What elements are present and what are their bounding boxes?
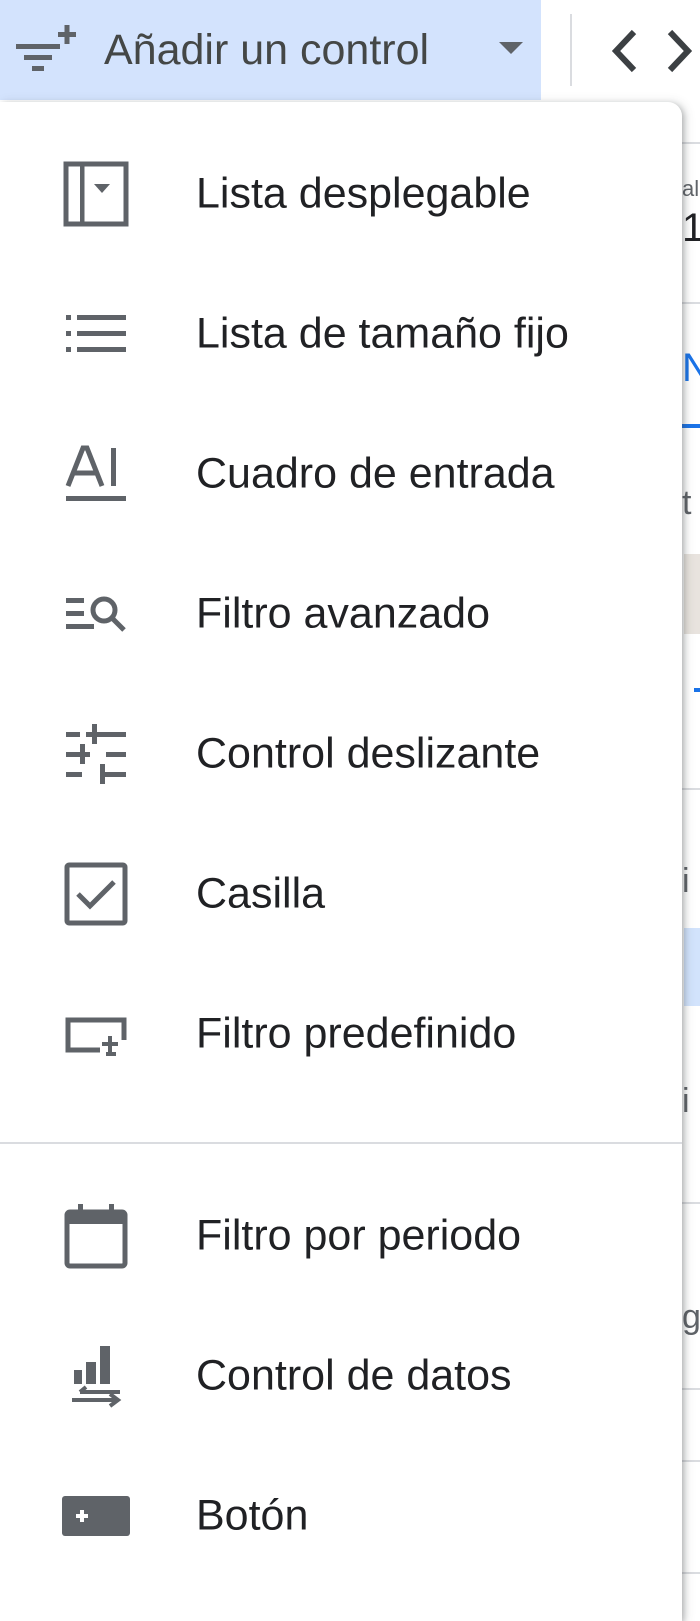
bg-fragment: g [682, 1298, 700, 1336]
menu-item-label: Filtro avanzado [196, 589, 490, 638]
menu-item-label: Control de datos [196, 1351, 512, 1400]
code-icon[interactable] [612, 26, 692, 76]
menu-item-slider[interactable]: Control deslizante [0, 684, 682, 824]
calendar-icon [64, 1204, 128, 1269]
bg-fragment: 1 [682, 206, 700, 250]
menu-item-checkbox[interactable]: Casilla [0, 824, 682, 964]
menu-item-label: Lista de tamaño fijo [196, 309, 569, 358]
menu-item-label: Botón [196, 1491, 309, 1540]
bg-fragment: i [682, 1082, 690, 1120]
fixed-list-icon [66, 315, 126, 352]
bg-fragment: i [682, 862, 690, 900]
dropdown-list-icon [63, 161, 129, 227]
menu-divider [0, 1142, 682, 1144]
toolbar-divider [570, 14, 572, 86]
toolbar: Añadir un control [0, 0, 700, 102]
checkbox-icon [64, 862, 128, 926]
data-control-icon [72, 1346, 122, 1408]
bg-fragment: t [682, 484, 692, 522]
menu-item-label: Filtro predefinido [196, 1009, 517, 1058]
bg-fragment: al [682, 176, 700, 201]
advanced-filter-icon [66, 596, 126, 632]
add-control-label: Añadir un control [104, 26, 430, 74]
menu-item-label: Casilla [196, 869, 326, 918]
menu-item-dropdown-list[interactable]: Lista desplegable [0, 124, 682, 264]
input-box-icon [65, 445, 126, 501]
menu-item-label: Control deslizante [196, 729, 541, 778]
menu-item-data-control[interactable]: Control de datos [0, 1306, 682, 1446]
chevron-down-icon [499, 42, 523, 54]
menu-item-fixed-size-list[interactable]: Lista de tamaño fijo [0, 264, 682, 404]
button-icon [62, 1496, 130, 1536]
menu-item-preset-filter[interactable]: Filtro predefinido [0, 964, 682, 1104]
filter-add-icon [16, 25, 76, 71]
background-report-page: al 1 N t i i g [680, 102, 700, 1621]
menu-item-label: Lista desplegable [196, 169, 531, 218]
bg-fragment: N [682, 346, 700, 390]
menu-item-date-range[interactable]: Filtro por periodo [0, 1166, 682, 1306]
menu-item-advanced-filter[interactable]: Filtro avanzado [0, 544, 682, 684]
add-control-button[interactable]: Añadir un control [0, 0, 541, 100]
preset-filter-icon [65, 1017, 127, 1056]
menu-item-label: Cuadro de entrada [196, 449, 555, 498]
slider-icon [66, 724, 126, 784]
menu-item-label: Filtro por periodo [196, 1211, 522, 1260]
add-control-menu: Lista desplegable Lista de tamaño fijo C… [0, 102, 682, 1621]
menu-item-input-box[interactable]: Cuadro de entrada [0, 404, 682, 544]
menu-item-button[interactable]: Botón [0, 1446, 682, 1586]
